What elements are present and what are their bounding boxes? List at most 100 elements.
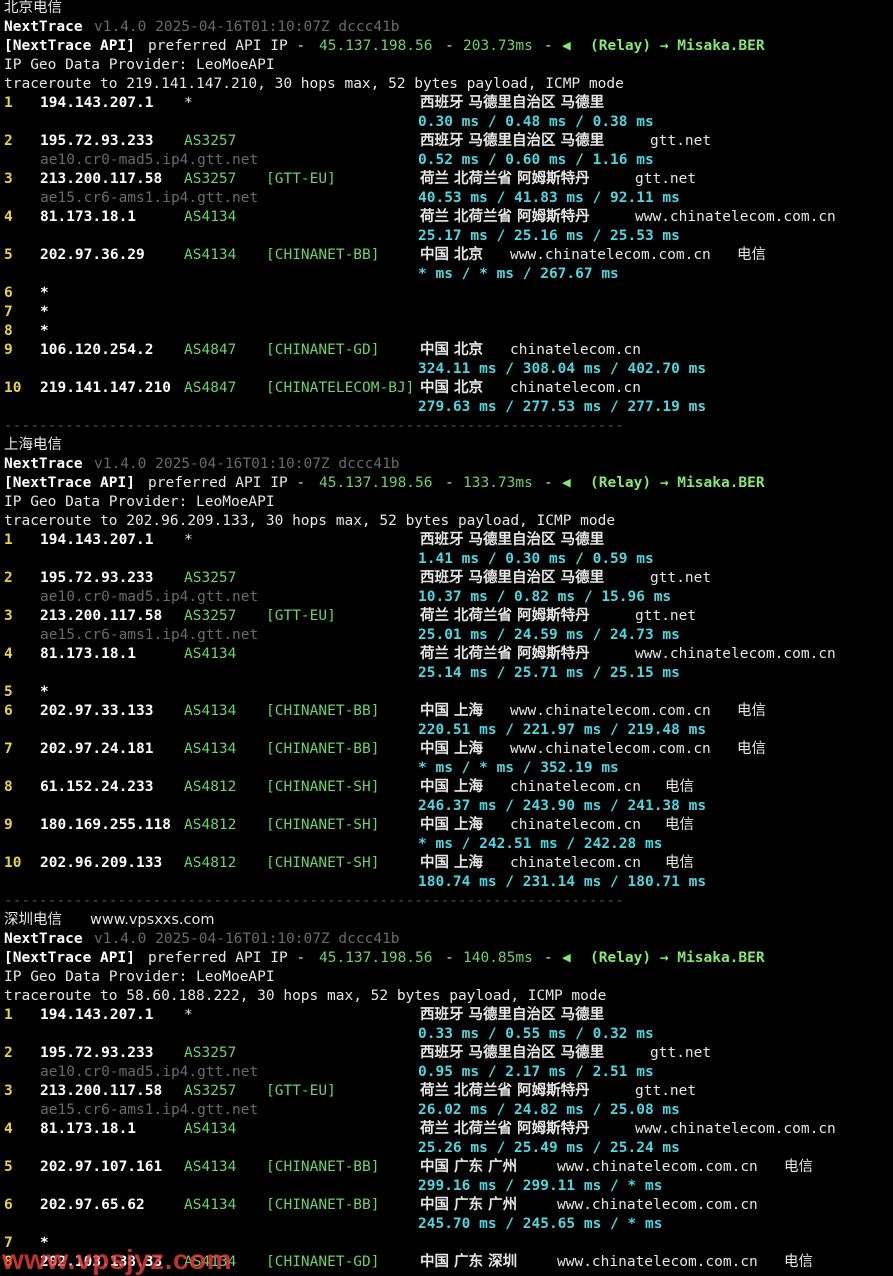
divider-line: ----------------------------------------… [4,418,624,434]
hop-geo: 中国 上海 [420,779,484,795]
hop-detail-row: 299.16 ms / 299.11 ms / * ms [4,1177,889,1196]
hop-tag: [CHINANET-SH] [266,855,380,871]
hop-asn: AS4812 [184,779,237,795]
divider: ----------------------------------------… [4,892,889,911]
hop-asn: AS3257 [184,171,237,187]
hop-host: chinatelecom.cn [510,817,641,833]
hop-detail-row: 324.11 ms / 308.04 ms / 402.70 ms [4,360,889,379]
hop-number: 6 [4,703,13,719]
hop-number: 5 [4,247,13,263]
program-name: NextTrace [4,19,83,35]
api-sep: - [544,38,553,54]
hop-row: 1 194.143.207.1 * 西班牙 马德里自治区 马德里 [4,94,889,113]
api-text: preferred API IP - [148,950,306,966]
relay-icon: ◀ [562,475,571,491]
hop-number: 3 [4,1083,13,1099]
hop-row: 1 194.143.207.1 * 西班牙 马德里自治区 马德里 [4,1006,889,1025]
hop-number: 4 [4,1121,13,1137]
hop-detail-row: 220.51 ms / 221.97 ms / 219.48 ms [4,721,889,740]
hop-rtt: 180.74 ms / 231.14 ms / 180.71 ms [418,874,707,890]
trace-title-label: 北京电信 [4,0,62,16]
hop-ptr: ae10.cr0-mad5.ip4.gtt.net [40,589,259,605]
hop-tag: [CHINANET-GD] [266,1254,380,1270]
hop-geo: 荷兰 北荷兰省 阿姆斯特丹 [420,1121,590,1137]
api-sep: - [544,950,553,966]
hop-host: www.chinatelecom.com.cn [510,247,711,263]
traceroute-line: traceroute to 219.141.147.210, 30 hops m… [4,75,889,94]
hop-rtt: 26.02 ms / 24.82 ms / 25.08 ms [418,1102,680,1118]
hop-host: www.chinatelecom.com.cn [557,1197,758,1213]
hop-row: 5 * [4,683,889,702]
hop-rtt: 25.01 ms / 24.59 ms / 24.73 ms [418,627,680,643]
hop-rtt: 0.33 ms / 0.55 ms / 0.32 ms [418,1026,654,1042]
hop-geo: 中国 北京 [420,247,484,263]
geo-provider-line: IP Geo Data Provider: LeoMoeAPI [4,493,889,512]
hop-detail-row: * ms / * ms / 352.19 ms [4,759,889,778]
hop-number: 5 [4,684,13,700]
hop-geo: 荷兰 北荷兰省 阿姆斯特丹 [420,1083,590,1099]
trace-title: 上海电信 [4,436,889,455]
hop-ip: 61.152.24.233 [40,779,154,795]
hop-number: 3 [4,171,13,187]
hop-detail-row: 279.63 ms / 277.53 ms / 277.19 ms [4,398,889,417]
hop-rtt: * ms / * ms / 352.19 ms [418,760,619,776]
hop-asn: * [184,95,193,111]
hop-row: 5 202.97.107.161 AS4134 [CHINANET-BB] 中国 广东 … [4,1158,889,1177]
hop-geo: 中国 广东 广州 [420,1159,518,1175]
hop-number: 7 [4,741,13,757]
hop-row: 2 195.72.93.233 AS3257 西班牙 马德里自治区 马德里 gtt.ne… [4,132,889,151]
version-string: v1.4.0 2025-04-16T01:10:07Z dccc41b [94,931,400,947]
traceroute-line: traceroute to 58.60.188.222, 30 hops max… [4,987,889,1006]
hop-isp: 电信 [737,703,766,719]
version-line: NextTrace v1.4.0 2025-04-16T01:10:07Z dcc… [4,930,889,949]
hop-number: 4 [4,209,13,225]
hop-row: 3 213.200.117.58 AS3257 [GTT-EU] 荷兰 北荷兰省 阿姆斯… [4,607,889,626]
hop-asn: AS4134 [184,1159,237,1175]
hop-geo: 中国 广东 深圳 [420,1254,518,1270]
traceroute-line: traceroute to 202.96.209.133, 30 hops ma… [4,512,889,531]
hop-ip: 202.97.107.161 [40,1159,163,1175]
hop-detail-row: ae15.cr6-ams1.ip4.gtt.net 26.02 ms / 24.8… [4,1101,889,1120]
version-string: v1.4.0 2025-04-16T01:10:07Z dccc41b [94,19,400,35]
hop-number: 2 [4,570,13,586]
hop-tag: [CHINANET-BB] [266,741,380,757]
hop-rtt: 0.52 ms / 0.60 ms / 1.16 ms [418,152,654,168]
hop-tag: [GTT-EU] [266,171,336,187]
hop-geo: 西班牙 马德里自治区 马德里 [420,133,605,149]
trace-title-label: 上海电信 [4,437,62,453]
api-ip: 45.137.198.56 [319,950,433,966]
hop-number: 10 [4,380,22,396]
hop-ip: 194.143.207.1 [40,1007,154,1023]
hop-isp: 电信 [784,1159,813,1175]
api-latency: 203.73ms [463,38,533,54]
hop-host: www.chinatelecom.com.cn [510,703,711,719]
watermark: www.vpsjyz.com [2,1244,233,1275]
hop-geo: 荷兰 北荷兰省 阿姆斯特丹 [420,608,590,624]
traceroute-command: traceroute to 58.60.188.222, 30 hops max… [4,988,607,1004]
api-ip: 45.137.198.56 [319,475,433,491]
geo-provider: IP Geo Data Provider: LeoMoeAPI [4,494,275,510]
hop-detail-row: 25.26 ms / 25.49 ms / 25.24 ms [4,1139,889,1158]
hop-host: chinatelecom.cn [510,380,641,396]
hop-isp: 电信 [665,855,694,871]
hop-tag: [CHINANET-BB] [266,1159,380,1175]
hop-number: 3 [4,608,13,624]
hop-rtt: 0.95 ms / 2.17 ms / 2.51 ms [418,1064,654,1080]
api-line: [NextTrace API] preferred API IP - 45.137.… [4,37,889,56]
hop-host: gtt.net [650,570,712,586]
hop-isp: 电信 [737,247,766,263]
hop-tag: [GTT-EU] [266,608,336,624]
hop-row: 5 202.97.36.29 AS4134 [CHINANET-BB] 中国 北京 www… [4,246,889,265]
hop-detail-row: 246.37 ms / 243.90 ms / 241.38 ms [4,797,889,816]
hop-asn: AS4847 [184,342,237,358]
hop-rtt: 0.30 ms / 0.48 ms / 0.38 ms [418,114,654,130]
hop-row: 1 194.143.207.1 * 西班牙 马德里自治区 马德里 [4,531,889,550]
hop-geo: 中国 上海 [420,855,484,871]
hop-geo: 荷兰 北荷兰省 阿姆斯特丹 [420,171,590,187]
hop-tag: [CHINANET-SH] [266,779,380,795]
hop-detail-row: 0.30 ms / 0.48 ms / 0.38 ms [4,113,889,132]
api-sep: - [544,475,553,491]
hop-ip: * [40,304,49,320]
version-line: NextTrace v1.4.0 2025-04-16T01:10:07Z dcc… [4,18,889,37]
relay-icon: ◀ [562,950,571,966]
